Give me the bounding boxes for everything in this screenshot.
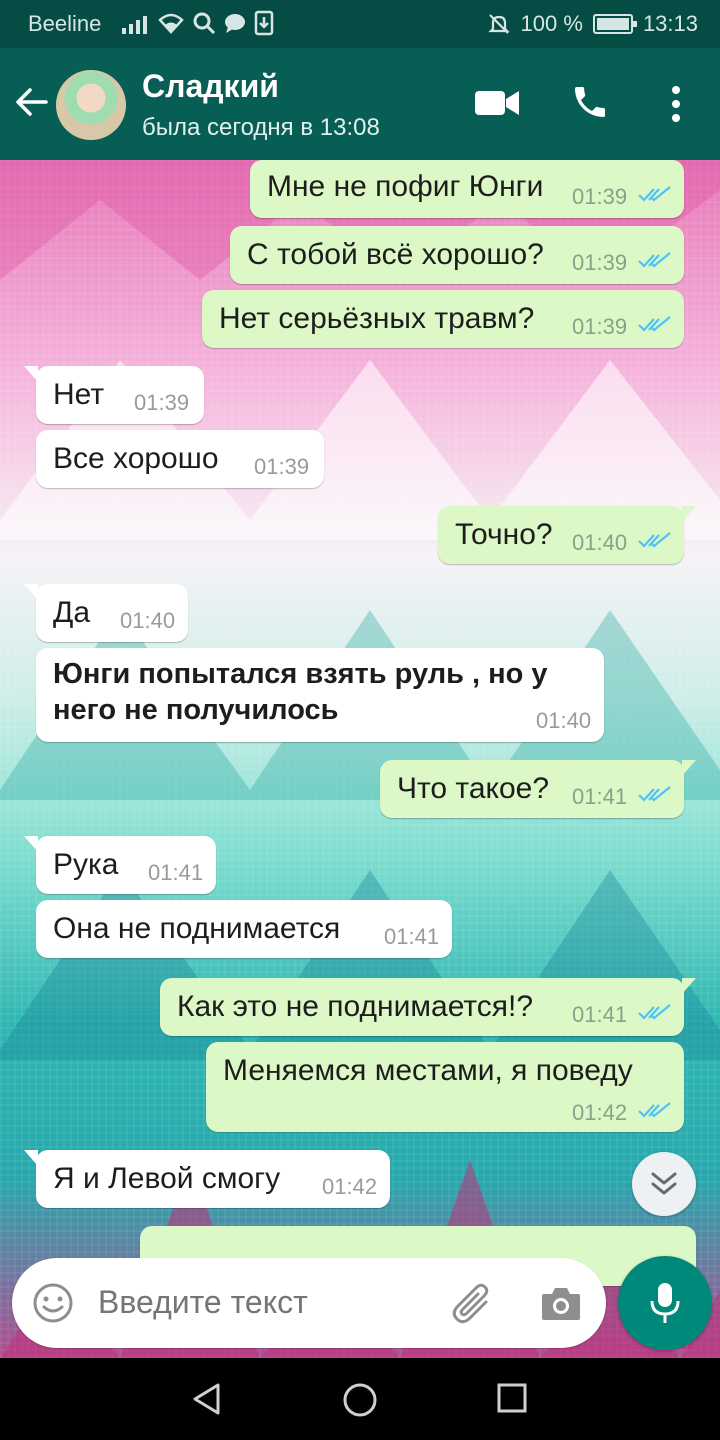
system-nav-bar (0, 1358, 720, 1440)
message-text-line: Юнги попытался взять руль , но у (53, 658, 548, 690)
message-text: Я и Левой смогу (53, 1162, 281, 1195)
scroll-down-button[interactable] (632, 1152, 696, 1216)
message-time: 01:40 (572, 530, 628, 555)
last-seen-status: была сегодня в 13:08 (142, 114, 380, 141)
message-time: 01:41 (148, 860, 204, 885)
message-bubble-outgoing[interactable]: Точно? 01:40 (438, 506, 696, 564)
message-text: Нет серьёзных травм? (219, 302, 535, 335)
message-text: Все хорошо (53, 442, 219, 475)
nav-recents-icon[interactable] (496, 1382, 528, 1414)
video-call-icon[interactable] (474, 88, 520, 118)
message-bubble-outgoing[interactable]: Что такое? 01:41 (380, 760, 696, 818)
search-icon (193, 12, 216, 35)
message-bubble-outgoing[interactable]: Как это не поднимается!? 01:41 (160, 978, 696, 1036)
message-bubble-outgoing[interactable]: Мне не пофиг Юнги 01:39 (250, 160, 684, 218)
phone-icon[interactable] (570, 82, 610, 122)
double-chevron-down-icon (651, 1172, 677, 1195)
message-bubble-incoming[interactable]: Все хорошо 01:39 (36, 430, 324, 488)
message-bubble-outgoing[interactable]: Нет серьёзных травм? 01:39 (202, 290, 684, 348)
read-ticks-icon (638, 186, 671, 202)
read-ticks-icon (638, 316, 671, 332)
message-time: 01:42 (322, 1174, 378, 1199)
clock: 13:13 (642, 11, 698, 36)
read-ticks-icon (638, 252, 671, 268)
message-text-line: него не получилось (53, 694, 339, 726)
message-time: 01:39 (254, 454, 310, 479)
message-input[interactable] (98, 1284, 428, 1321)
message-bubble-incoming[interactable]: Она не поднимается 01:41 (36, 900, 452, 958)
contact-name[interactable]: Сладкий (142, 68, 279, 105)
message-list[interactable]: Мне не пофиг Юнги 01:39 С тобой всё хоро… (0, 160, 720, 1358)
message-time: 01:40 (120, 608, 176, 633)
nav-back-icon[interactable] (190, 1382, 224, 1416)
message-bubble-incoming[interactable]: Я и Левой смогу 01:42 (24, 1150, 390, 1208)
avatar[interactable] (56, 70, 126, 140)
back-arrow-icon[interactable] (14, 84, 50, 120)
message-time: 01:39 (572, 250, 628, 275)
message-text: Мне не пофиг Юнги (267, 170, 544, 203)
microphone-icon (650, 1283, 680, 1323)
message-bubble-incoming[interactable]: Рука 01:41 (24, 836, 216, 894)
message-text: Она не поднимается (53, 912, 341, 945)
more-vert-icon[interactable] (664, 84, 688, 124)
message-text: Да (53, 596, 91, 629)
read-ticks-icon (638, 786, 671, 802)
voice-message-button[interactable] (618, 1256, 712, 1350)
message-time: 01:39 (572, 314, 628, 339)
carrier-name: Beeline (28, 11, 102, 36)
message-bubble-incoming[interactable]: Да 01:40 (24, 584, 188, 642)
message-text: Точно? (455, 518, 553, 551)
message-text: Меняемся местами, я поведу (223, 1054, 633, 1087)
message-time: 01:42 (572, 1100, 628, 1125)
battery-icon (592, 14, 637, 34)
read-ticks-icon (638, 1004, 671, 1020)
download-icon (254, 10, 274, 36)
message-composer[interactable] (12, 1258, 606, 1348)
attach-icon[interactable] (450, 1282, 494, 1326)
message-text: Нет (53, 378, 105, 411)
status-bar: Beeline 100 % 13:13 (0, 0, 720, 48)
message-time: 01:40 (536, 708, 592, 733)
nav-home-icon[interactable] (342, 1382, 378, 1418)
battery-percent: 100 % (520, 11, 583, 36)
read-ticks-icon (638, 1102, 671, 1118)
read-ticks-icon (638, 532, 671, 548)
message-text: С тобой всё хорошо? (247, 238, 544, 271)
emoji-icon[interactable] (32, 1282, 74, 1324)
message-bubble-incoming[interactable]: Нет 01:39 (24, 366, 204, 424)
camera-icon[interactable] (540, 1284, 582, 1322)
chat-icon (225, 14, 245, 33)
message-text: Как это не поднимается!? (177, 990, 534, 1023)
message-time: 01:39 (572, 184, 628, 209)
message-time: 01:39 (134, 390, 190, 415)
wifi-icon (158, 13, 184, 34)
chat-header: Сладкий была сегодня в 13:08 (0, 48, 720, 160)
message-bubble-incoming[interactable]: Юнги попытался взять руль , но у него не… (36, 648, 604, 742)
message-time: 01:41 (572, 784, 628, 809)
message-time: 01:41 (384, 924, 440, 949)
message-time: 01:41 (572, 1002, 628, 1027)
message-text: Рука (53, 848, 119, 881)
message-bubble-outgoing[interactable]: С тобой всё хорошо? 01:39 (230, 226, 684, 284)
signal-icon (122, 14, 147, 34)
message-text: Что такое? (397, 772, 550, 805)
message-bubble-outgoing[interactable]: Меняемся местами, я поведу 01:42 (206, 1042, 684, 1132)
mute-icon (487, 14, 510, 34)
